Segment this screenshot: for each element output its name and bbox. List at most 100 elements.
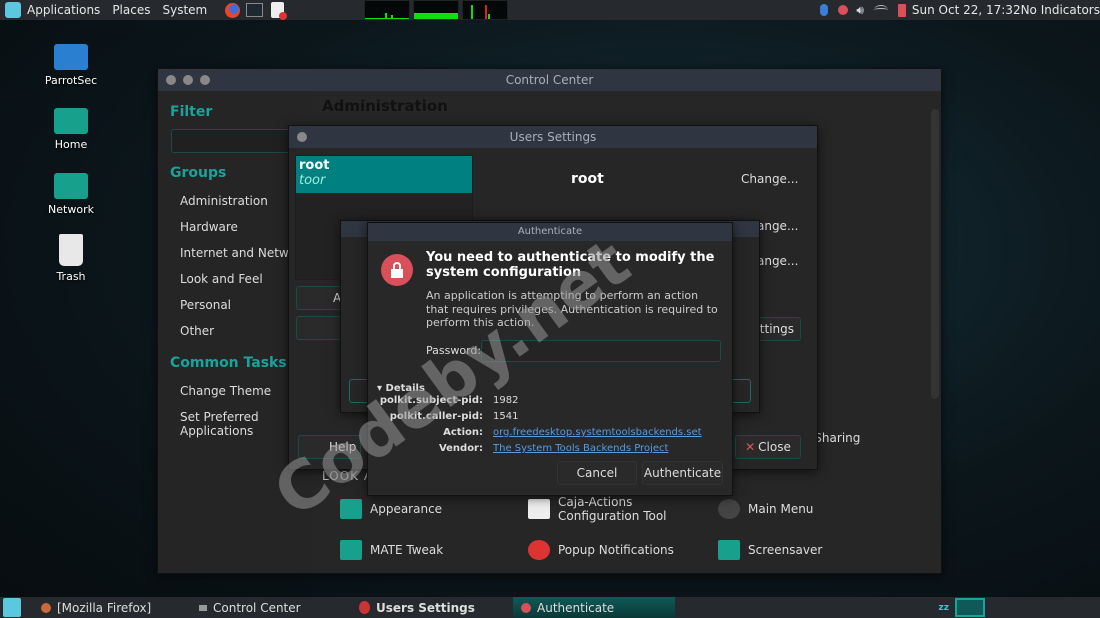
action-link[interactable]: org.freedesktop.systemtoolsbackends.set [493, 427, 702, 438]
close-window-button[interactable] [166, 75, 176, 85]
show-desktop-button[interactable] [3, 598, 21, 617]
firefox-icon[interactable] [225, 2, 241, 18]
indicators-label: No Indicators [1020, 3, 1100, 17]
item-screensaver[interactable]: Screensaver [718, 540, 822, 560]
item-label: Screensaver [748, 543, 823, 557]
desktop-icon-network[interactable]: Network [36, 173, 106, 216]
triangle-down-icon: ▾ [377, 383, 386, 394]
item-appearance[interactable]: Appearance [340, 499, 442, 519]
user-name: root [299, 158, 330, 173]
close-button[interactable]: ✕ Close [735, 435, 801, 459]
group-administration[interactable]: Administration [180, 194, 268, 208]
top-panel: Applications Places System 🔊︎ Sun Oct 22… [0, 0, 1100, 20]
desktop-icon-label: Network [48, 203, 94, 216]
battery-icon[interactable] [897, 3, 906, 17]
scrollbar[interactable] [931, 109, 939, 399]
cpu-graph [364, 0, 411, 20]
task-label: Users Settings [376, 600, 475, 615]
menu-places[interactable]: Places [112, 3, 150, 17]
detail-label: polkit.subject-pid: [379, 395, 483, 406]
item-mate-tweak[interactable]: MATE Tweak [340, 540, 443, 560]
groups-heading: Groups [170, 165, 227, 181]
wifi-icon[interactable] [873, 5, 888, 15]
window-title: Control Center [505, 73, 594, 87]
maximize-window-button[interactable] [200, 75, 210, 85]
desktop-icon-label: Home [54, 138, 88, 151]
desktop-icon-home[interactable]: Home [36, 108, 106, 151]
users-settings-titlebar[interactable]: Users Settings [289, 126, 817, 148]
task-firefox[interactable]: [Mozilla Firefox] [33, 597, 191, 618]
appearance-icon [340, 499, 362, 519]
home-folder-icon [54, 108, 88, 134]
task-authenticate[interactable]: Authenticate [513, 597, 675, 618]
task-label: Authenticate [537, 600, 615, 615]
caller-pid-value: 1541 [493, 411, 519, 422]
lock-icon [381, 254, 413, 286]
task-preferred-apps[interactable]: Set Preferred Applications [180, 410, 280, 438]
control-center-icon [199, 604, 207, 611]
notification-icon [528, 540, 550, 560]
task-label: Control Center [213, 600, 301, 615]
laptop-icon [54, 44, 88, 70]
button-label: Authenticate [643, 466, 722, 480]
item-label: MATE Tweak [370, 543, 444, 557]
network-folder-icon [54, 173, 88, 199]
desktop-icon-trash[interactable]: Trash [36, 234, 106, 283]
firefox-icon [41, 602, 51, 613]
item-label: Popup Notifications [558, 543, 674, 557]
authenticate-titlebar[interactable]: Authenticate [368, 223, 732, 241]
lock-icon[interactable] [838, 5, 849, 15]
terminal-icon[interactable] [246, 3, 264, 17]
group-other[interactable]: Other [180, 324, 214, 338]
sleep-indicator-icon: zz [938, 602, 949, 613]
user-row-root[interactable]: root toor [296, 156, 472, 193]
password-input[interactable] [481, 340, 721, 362]
details-expander[interactable]: ▾ Details [377, 383, 425, 394]
desktop-icon-label: ParrotSec [44, 74, 98, 87]
button-label: Close [758, 440, 791, 454]
help-button[interactable]: Help [298, 435, 361, 459]
item-caja-actions[interactable]: Caja-Actions Configuration Tool [528, 495, 708, 523]
minimize-window-button[interactable] [183, 75, 193, 85]
control-center-titlebar[interactable]: Control Center [158, 69, 941, 91]
cancel-button[interactable]: Cancel [557, 461, 637, 485]
desktop-icon-parrotsec[interactable]: ParrotSec [36, 44, 106, 87]
window-title: Authenticate [517, 226, 583, 237]
item-label: Main Menu [748, 502, 814, 516]
main-menu-icon [718, 499, 740, 519]
close-window-button[interactable] [297, 132, 307, 142]
task-change-theme[interactable]: Change Theme [180, 384, 271, 398]
group-look-and-feel[interactable]: Look and Feel [180, 272, 263, 286]
change-name-button[interactable]: Change... [741, 172, 798, 186]
auth-heading: You need to authenticate to modify the s… [426, 250, 715, 280]
bluetooth-icon[interactable] [820, 4, 829, 16]
workspace-switcher[interactable] [955, 598, 985, 617]
authenticate-button[interactable]: Authenticate [642, 461, 723, 485]
network-graph [462, 0, 509, 20]
task-label: [Mozilla Firefox] [57, 600, 152, 615]
task-users-settings[interactable]: Users Settings [351, 597, 513, 618]
item-label: Caja-Actions Configuration Tool [558, 495, 667, 523]
item-label: Appearance [370, 502, 443, 516]
clock[interactable]: Sun Oct 22, 17:32 [912, 3, 1021, 17]
menu-system[interactable]: System [162, 3, 207, 17]
parrot-logo-icon[interactable] [5, 2, 21, 18]
filter-heading: Filter [170, 104, 213, 120]
detail-label: Action: [443, 427, 483, 438]
common-tasks-heading: Common Tasks [170, 355, 287, 371]
window-title: Users Settings [509, 130, 597, 144]
vendor-link[interactable]: The System Tools Backends Project [493, 443, 668, 454]
item-main-menu[interactable]: Main Menu [718, 499, 813, 519]
item-popup-notifications[interactable]: Popup Notifications [528, 540, 674, 560]
group-personal[interactable]: Personal [180, 298, 231, 312]
password-label: Password: [426, 344, 482, 357]
section-administration: Administration [322, 97, 448, 115]
menu-applications[interactable]: Applications [27, 3, 100, 17]
user-fullname: toor [299, 173, 326, 188]
group-hardware[interactable]: Hardware [180, 220, 238, 234]
task-control-center[interactable]: Control Center [191, 597, 351, 618]
text-editor-icon[interactable] [271, 2, 288, 20]
trash-icon [59, 234, 83, 266]
detail-label: Vendor: [438, 443, 483, 454]
volume-icon[interactable]: 🔊︎ [856, 3, 864, 18]
